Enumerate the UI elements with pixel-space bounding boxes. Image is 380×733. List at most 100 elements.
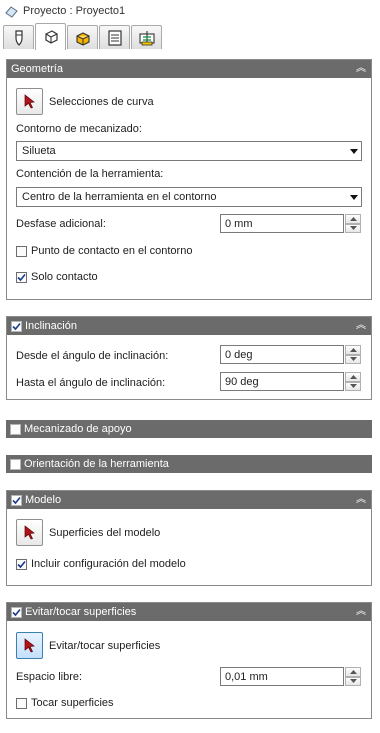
pick-arrow-icon <box>24 525 35 540</box>
window-title: Proyecto : Proyecto1 <box>23 5 126 17</box>
checkmark-icon <box>12 322 21 330</box>
checkmark-icon <box>12 496 21 504</box>
tool-containment-value: Centro de la herramienta en el contorno <box>22 191 217 203</box>
tool-containment-select[interactable]: Centro de la herramienta en el contorno <box>16 187 362 207</box>
curve-selection-button[interactable] <box>16 88 43 115</box>
checkmark-icon <box>17 273 26 281</box>
spin-down-icon[interactable] <box>345 381 361 391</box>
section-orientation-header[interactable]: Orientación de la herramienta <box>6 455 372 473</box>
contact-point-label: Punto de contacto en el contorno <box>31 245 193 257</box>
machining-contour-label: Contorno de mecanizado: <box>16 123 142 135</box>
machining-contour-value: Silueta <box>22 145 56 157</box>
spin-down-icon[interactable] <box>345 223 361 233</box>
tab-link[interactable] <box>131 25 162 49</box>
include-config-row: Incluir configuración del modelo <box>16 558 186 570</box>
checkmark-icon <box>17 560 26 568</box>
contact-point-row: Punto de contacto en el contorno <box>16 245 192 257</box>
tab-list[interactable] <box>99 25 130 49</box>
from-angle-field: 0 deg <box>220 345 361 364</box>
section-tilt-title: Inclinación <box>25 320 77 332</box>
section-orientation-title: Orientación de la herramienta <box>24 458 169 470</box>
tool-containment-label: Contención de la herramienta: <box>16 168 164 180</box>
to-angle-stepper[interactable] <box>345 372 361 391</box>
include-config-label: Incluir configuración del modelo <box>31 558 186 570</box>
section-orientation: Orientación de la herramienta <box>6 455 372 473</box>
model-surfaces-label: Superficies del modelo <box>49 526 161 539</box>
curve-selection-row: Selecciones de curva <box>16 88 154 115</box>
contact-only-checkbox[interactable] <box>16 271 27 283</box>
section-support-title: Mecanizado de apoyo <box>24 423 132 435</box>
section-geometry: Geometría ︽ Selecciones de curva Contorn… <box>6 59 372 300</box>
spin-up-icon[interactable] <box>345 372 361 382</box>
spin-up-icon[interactable] <box>345 667 361 677</box>
section-support: Mecanizado de apoyo <box>6 420 372 438</box>
contact-point-checkbox[interactable] <box>16 245 27 257</box>
section-avoid-header[interactable]: Evitar/tocar superficies ︽ <box>7 603 371 621</box>
section-tilt-header[interactable]: Inclinación ︽ <box>7 317 371 335</box>
from-angle-input[interactable]: 0 deg <box>220 345 344 364</box>
clearance-input[interactable]: 0,01 mm <box>220 667 344 686</box>
title-bar: Proyecto : Proyecto1 <box>0 0 380 22</box>
curve-selection-label: Selecciones de curva <box>49 95 154 108</box>
from-angle-stepper[interactable] <box>345 345 361 364</box>
pick-arrow-icon <box>24 638 35 653</box>
strategy-icon <box>44 30 58 44</box>
additional-offset-input[interactable]: 0 mm <box>220 214 344 233</box>
spin-up-icon[interactable] <box>345 214 361 224</box>
to-angle-input[interactable]: 90 deg <box>220 372 344 391</box>
tab-strip <box>0 22 380 71</box>
section-support-checkbox[interactable] <box>10 423 21 435</box>
section-model: Modelo ︽ Superficies del modelo Incluir … <box>6 490 372 586</box>
chevron-down-icon <box>347 188 361 206</box>
section-orientation-checkbox[interactable] <box>10 458 21 470</box>
project-icon <box>5 5 18 18</box>
spin-up-icon[interactable] <box>345 345 361 355</box>
section-geometry-title: Geometría <box>11 63 63 75</box>
section-model-header[interactable]: Modelo ︽ <box>7 491 371 509</box>
additional-offset-field: 0 mm <box>220 214 361 233</box>
avoid-surfaces-button[interactable] <box>16 632 43 659</box>
collapse-icon[interactable]: ︽ <box>356 495 366 505</box>
spin-down-icon[interactable] <box>345 354 361 364</box>
tab-part[interactable] <box>67 25 98 49</box>
model-surfaces-row: Superficies del modelo <box>16 519 160 546</box>
collapse-icon[interactable]: ︽ <box>356 607 366 617</box>
additional-offset-label: Desfase adicional: <box>16 218 106 230</box>
section-avoid: Evitar/tocar superficies ︽ Evitar/tocar … <box>6 602 372 719</box>
spin-down-icon[interactable] <box>345 676 361 686</box>
section-avoid-checkbox[interactable] <box>11 606 22 618</box>
section-model-title: Modelo <box>25 494 62 506</box>
touch-surfaces-checkbox[interactable] <box>16 697 27 709</box>
clearance-stepper[interactable] <box>345 667 361 686</box>
touch-surfaces-label: Tocar superficies <box>31 697 114 709</box>
section-avoid-title: Evitar/tocar superficies <box>25 606 137 618</box>
list-icon <box>107 29 122 46</box>
from-angle-label: Desde el ángulo de inclinación: <box>16 350 169 362</box>
contact-only-row: Solo contacto <box>16 271 98 283</box>
part-icon <box>75 31 90 46</box>
clearance-field: 0,01 mm <box>220 667 361 686</box>
section-support-header[interactable]: Mecanizado de apoyo <box>6 420 372 438</box>
tab-strategy[interactable] <box>35 23 66 50</box>
avoid-surfaces-label: Evitar/tocar superficies <box>49 639 161 652</box>
section-model-checkbox[interactable] <box>11 494 22 506</box>
collapse-icon[interactable]: ︽ <box>356 321 366 331</box>
to-angle-field: 90 deg <box>220 372 361 391</box>
collapse-icon[interactable]: ︽ <box>356 64 366 74</box>
section-tilt: Inclinación ︽ Desde el ángulo de inclina… <box>6 316 372 400</box>
section-geometry-header[interactable]: Geometría ︽ <box>7 60 371 78</box>
to-angle-label: Hasta el ángulo de inclinación: <box>16 377 166 389</box>
include-config-checkbox[interactable] <box>16 558 27 570</box>
touch-surfaces-row: Tocar superficies <box>16 697 114 709</box>
checkmark-icon <box>12 608 21 616</box>
avoid-surfaces-row: Evitar/tocar superficies <box>16 632 160 659</box>
link-icon <box>138 30 155 45</box>
model-surfaces-button[interactable] <box>16 519 43 546</box>
tool-icon <box>14 29 23 46</box>
tab-tool[interactable] <box>3 25 34 49</box>
chevron-down-icon <box>347 142 361 160</box>
pick-arrow-icon <box>24 94 35 109</box>
additional-offset-stepper[interactable] <box>345 214 361 233</box>
section-tilt-checkbox[interactable] <box>11 320 22 332</box>
machining-contour-select[interactable]: Silueta <box>16 141 362 161</box>
